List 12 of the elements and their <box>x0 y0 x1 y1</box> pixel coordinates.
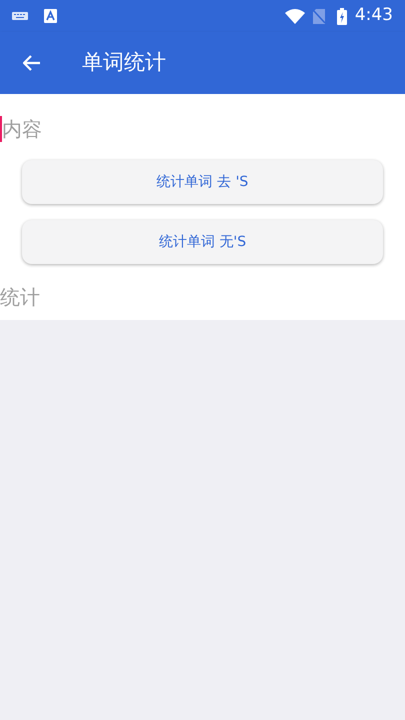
status-time: 4:43 <box>354 4 393 28</box>
wifi-icon <box>284 8 305 24</box>
keyboard-icon <box>12 11 28 21</box>
battery-charging-icon <box>336 8 347 24</box>
no-sim-icon <box>312 8 325 24</box>
font-app-icon <box>44 9 57 23</box>
count-words-button[interactable]: 统计单词 去 'S <box>22 160 383 204</box>
count-words-button[interactable]: 统计单词 无'S <box>22 220 383 264</box>
content-input-field[interactable]: 内容 <box>2 114 405 144</box>
result-field[interactable]: 统计 <box>0 282 405 312</box>
back-arrow-icon <box>23 55 41 71</box>
page-title: 单词统计 <box>82 49 166 76</box>
